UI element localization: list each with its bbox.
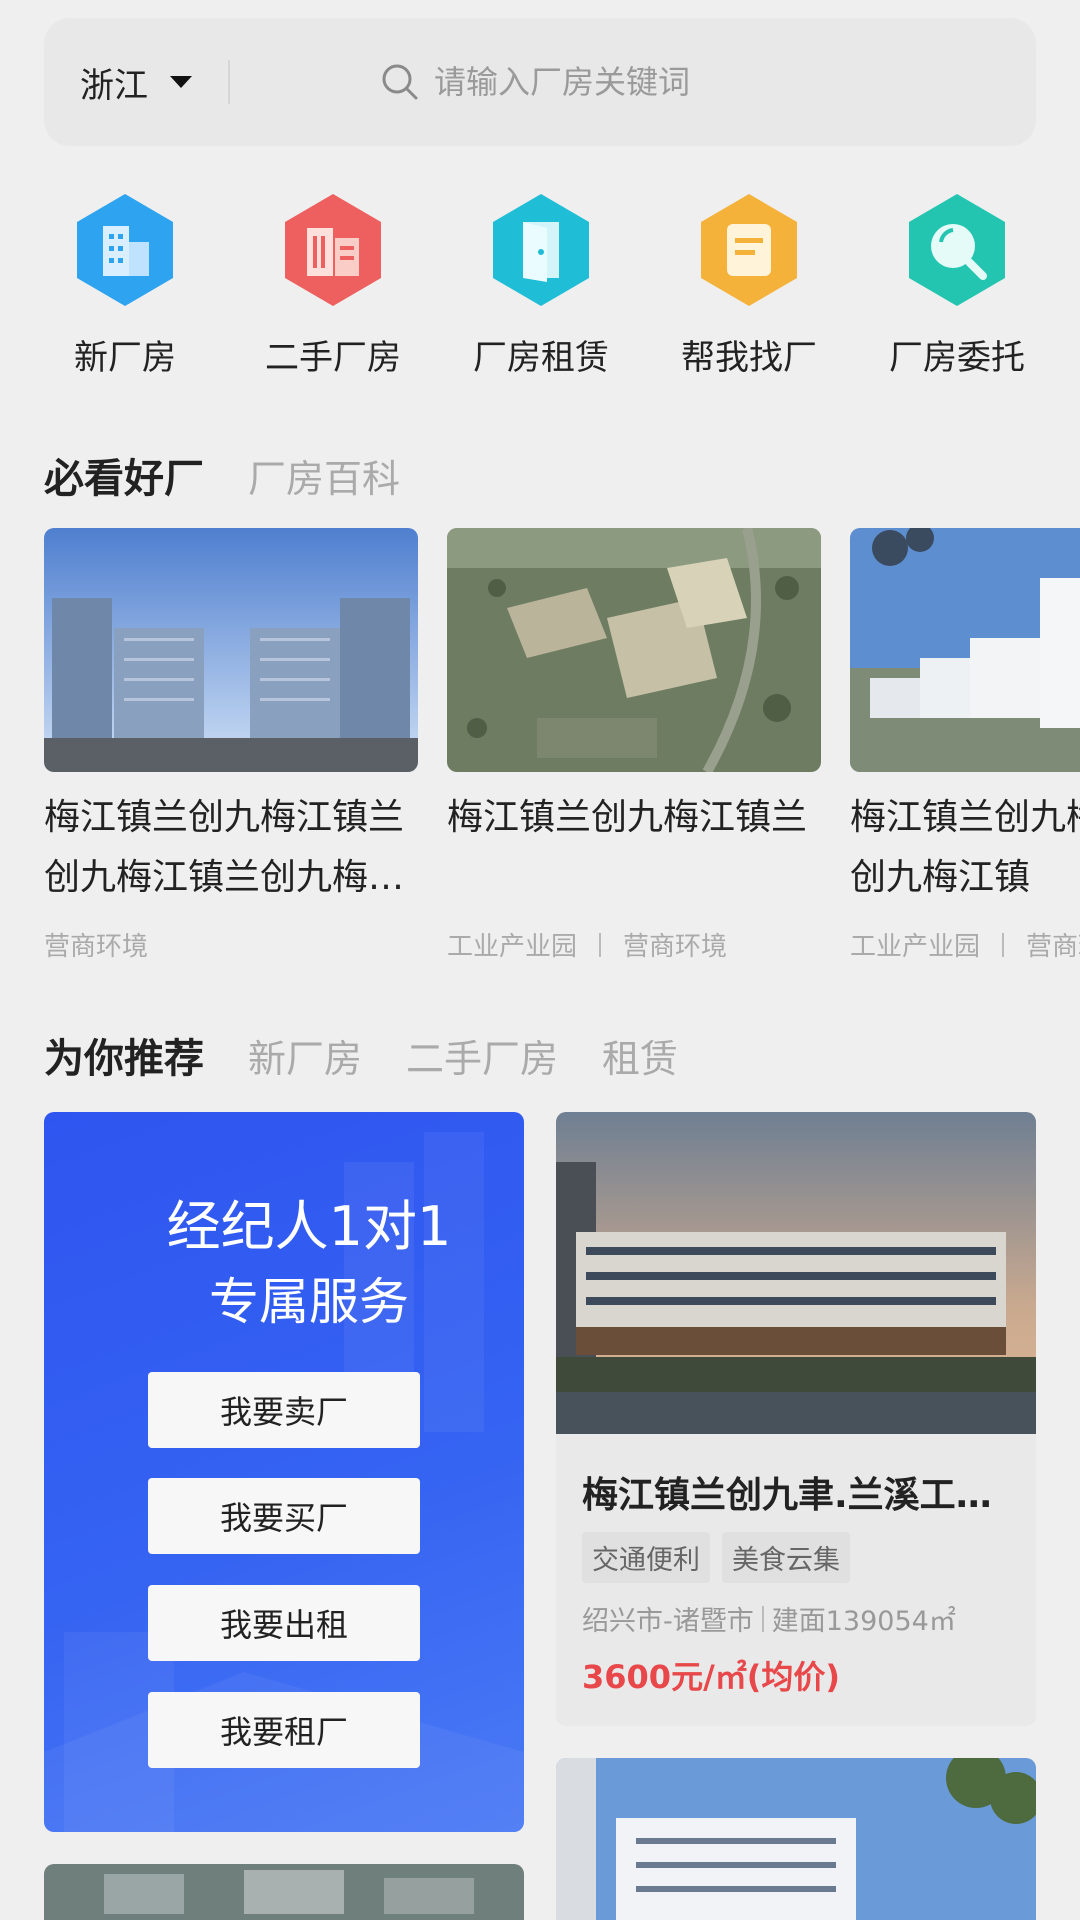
featured-card-tags: 工业产业园 营商环境 — [447, 926, 821, 963]
region-selector[interactable]: 浙江 — [44, 52, 224, 112]
region-label: 浙江 — [80, 65, 148, 106]
search-field[interactable] — [380, 62, 794, 102]
listing-card-peek[interactable] — [556, 1758, 1036, 1920]
quick-entry-label: 二手厂房 — [265, 338, 401, 378]
tab-must-see[interactable]: 必看好厂 — [44, 446, 204, 504]
quick-entry-second-hand[interactable]: 二手厂房 — [238, 190, 428, 379]
featured-card-title: 梅江镇兰创九梅江镇兰创九梅江镇 — [850, 797, 1080, 898]
search-icon — [382, 64, 418, 100]
listing-photo — [44, 1864, 524, 1920]
search-bar: 浙江 — [44, 18, 1036, 146]
door-icon — [493, 194, 589, 306]
listing-tags: 交通便利 美食云集 — [582, 1532, 1010, 1583]
featured-card[interactable]: 梅江镇兰创九梅江镇兰创九梅江镇 工业产业园 营商环境 — [850, 528, 1080, 963]
listing-location: 绍兴市-诸暨市 — [582, 1606, 754, 1637]
tab-encyclopedia[interactable]: 厂房百科 — [248, 448, 400, 503]
tag: 交通便利 — [582, 1532, 710, 1583]
featured-card[interactable]: 梅江镇兰创九梅江镇兰 工业产业园 营商环境 — [447, 528, 821, 963]
tab-rent[interactable]: 租赁 — [602, 1028, 678, 1083]
office-building-icon — [285, 194, 381, 306]
factory-photo — [447, 528, 821, 772]
promo-subtitle: 专属服务 — [209, 1273, 409, 1331]
quick-entry-label: 新厂房 — [74, 338, 176, 378]
app-page: 浙江 新厂房 — [0, 0, 1080, 1920]
featured-card-tags: 工业产业园 营商环境 — [850, 926, 1080, 963]
buy-factory-button[interactable]: 我要买厂 — [148, 1478, 420, 1554]
listing-photo — [556, 1758, 1036, 1920]
tag: 营商环境 — [1026, 932, 1080, 962]
featured-card-title: 梅江镇兰创九梅江镇兰 — [447, 797, 808, 838]
listing-price: 3600元/㎡(均价) — [582, 1658, 841, 1696]
factory-photo — [44, 528, 418, 772]
quick-entry-row: 新厂房 二手厂房 厂房租赁 帮我找厂 厂房委托 — [0, 190, 1080, 390]
featured-card-tags: 营商环境 — [44, 926, 418, 963]
quick-entry-entrust[interactable]: 厂房委托 — [862, 190, 1052, 379]
tag: 营商环境 — [623, 932, 728, 962]
featured-card[interactable]: 梅江镇兰创九梅江镇兰创九梅江镇兰创九梅江镇兰创九 营商环境 — [44, 528, 418, 963]
agent-service-card: 经纪人1对1 专属服务 我要卖厂 我要买厂 我要出租 我要租厂 — [44, 1112, 524, 1832]
quick-entry-label: 厂房租赁 — [473, 338, 609, 378]
quick-entry-rent[interactable]: 厂房租赁 — [446, 190, 636, 379]
recommend-tabs: 为你推荐 新厂房 二手厂房 租赁 — [44, 1026, 722, 1084]
tab-new-factory[interactable]: 新厂房 — [248, 1028, 362, 1083]
listing-meta: 绍兴市-诸暨市 建面139054㎡ — [582, 1599, 1010, 1638]
rent-factory-button[interactable]: 我要租厂 — [148, 1692, 420, 1768]
listing-card[interactable]: 梅江镇兰创九聿.兰溪工业园 交通便利 美食云集 绍兴市-诸暨市 建面139054… — [556, 1112, 1036, 1726]
building-icon — [77, 194, 173, 306]
magnifier-icon — [909, 194, 1005, 306]
caret-down-icon — [170, 76, 192, 88]
tab-second-hand[interactable]: 二手厂房 — [406, 1028, 558, 1083]
listing-area: 建面139054㎡ — [771, 1606, 956, 1637]
listing-card-peek[interactable] — [44, 1864, 524, 1920]
tag-separator — [599, 932, 602, 957]
featured-card-title: 梅江镇兰创九梅江镇兰创九梅江镇兰创九梅江镇兰创九 — [44, 797, 405, 898]
quick-entry-label: 帮我找厂 — [681, 338, 817, 378]
quick-entry-new-factory[interactable]: 新厂房 — [30, 190, 220, 379]
tag-separator — [1002, 932, 1005, 957]
promo-title: 经纪人1对1 — [166, 1195, 452, 1258]
lease-out-button[interactable]: 我要出租 — [148, 1585, 420, 1661]
document-icon — [701, 194, 797, 306]
featured-card-strip: 梅江镇兰创九梅江镇兰创九梅江镇兰创九梅江镇兰创九 营商环境 梅江镇兰创九梅江镇兰… — [0, 528, 1080, 968]
quick-entry-label: 厂房委托 — [889, 338, 1025, 378]
meta-separator — [761, 1605, 764, 1632]
search-input[interactable] — [434, 63, 794, 101]
tab-recommend[interactable]: 为你推荐 — [44, 1026, 204, 1084]
tag: 工业产业园 — [850, 932, 981, 962]
quick-entry-find-factory[interactable]: 帮我找厂 — [654, 190, 844, 379]
tag: 营商环境 — [44, 932, 149, 962]
sell-factory-button[interactable]: 我要卖厂 — [148, 1372, 420, 1448]
listing-photo — [556, 1112, 1036, 1434]
featured-tabs: 必看好厂 厂房百科 — [44, 446, 444, 504]
tag: 美食云集 — [722, 1532, 850, 1583]
divider — [228, 60, 230, 104]
listing-title: 梅江镇兰创九聿.兰溪工业园 — [582, 1475, 1010, 1516]
factory-photo — [850, 528, 1080, 772]
tag: 工业产业园 — [447, 932, 578, 962]
